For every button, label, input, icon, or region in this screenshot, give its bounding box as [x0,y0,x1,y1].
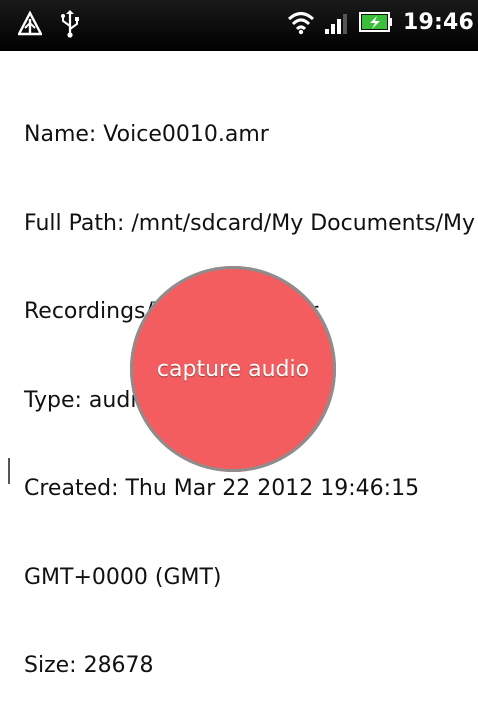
signal-icon [324,10,349,34]
file-created-line: Created: Thu Mar 22 2012 19:46:15 [24,476,420,501]
status-clock: 19:46 [402,9,474,35]
capture-audio-button[interactable]: capture audio [130,266,336,472]
file-created-timezone-line: GMT+0000 (GMT) [24,564,222,590]
usb-icon [60,10,80,38]
file-size-line: Size: 28678 [24,653,154,678]
file-path-line: Full Path: /mnt/sdcard/My Documents/My [24,210,476,236]
capture-audio-label: capture audio [156,356,310,382]
status-bar: 19:46 [0,0,478,51]
wifi-icon [287,9,315,35]
file-name-line: Name: Voice0010.amr [24,122,269,147]
scroll-edge-indicator [8,458,10,484]
status-left-icons [18,10,80,38]
status-right-icons: 19:46 [287,9,474,35]
alert-triangle-icon [18,11,42,37]
battery-charging-icon [358,11,393,33]
